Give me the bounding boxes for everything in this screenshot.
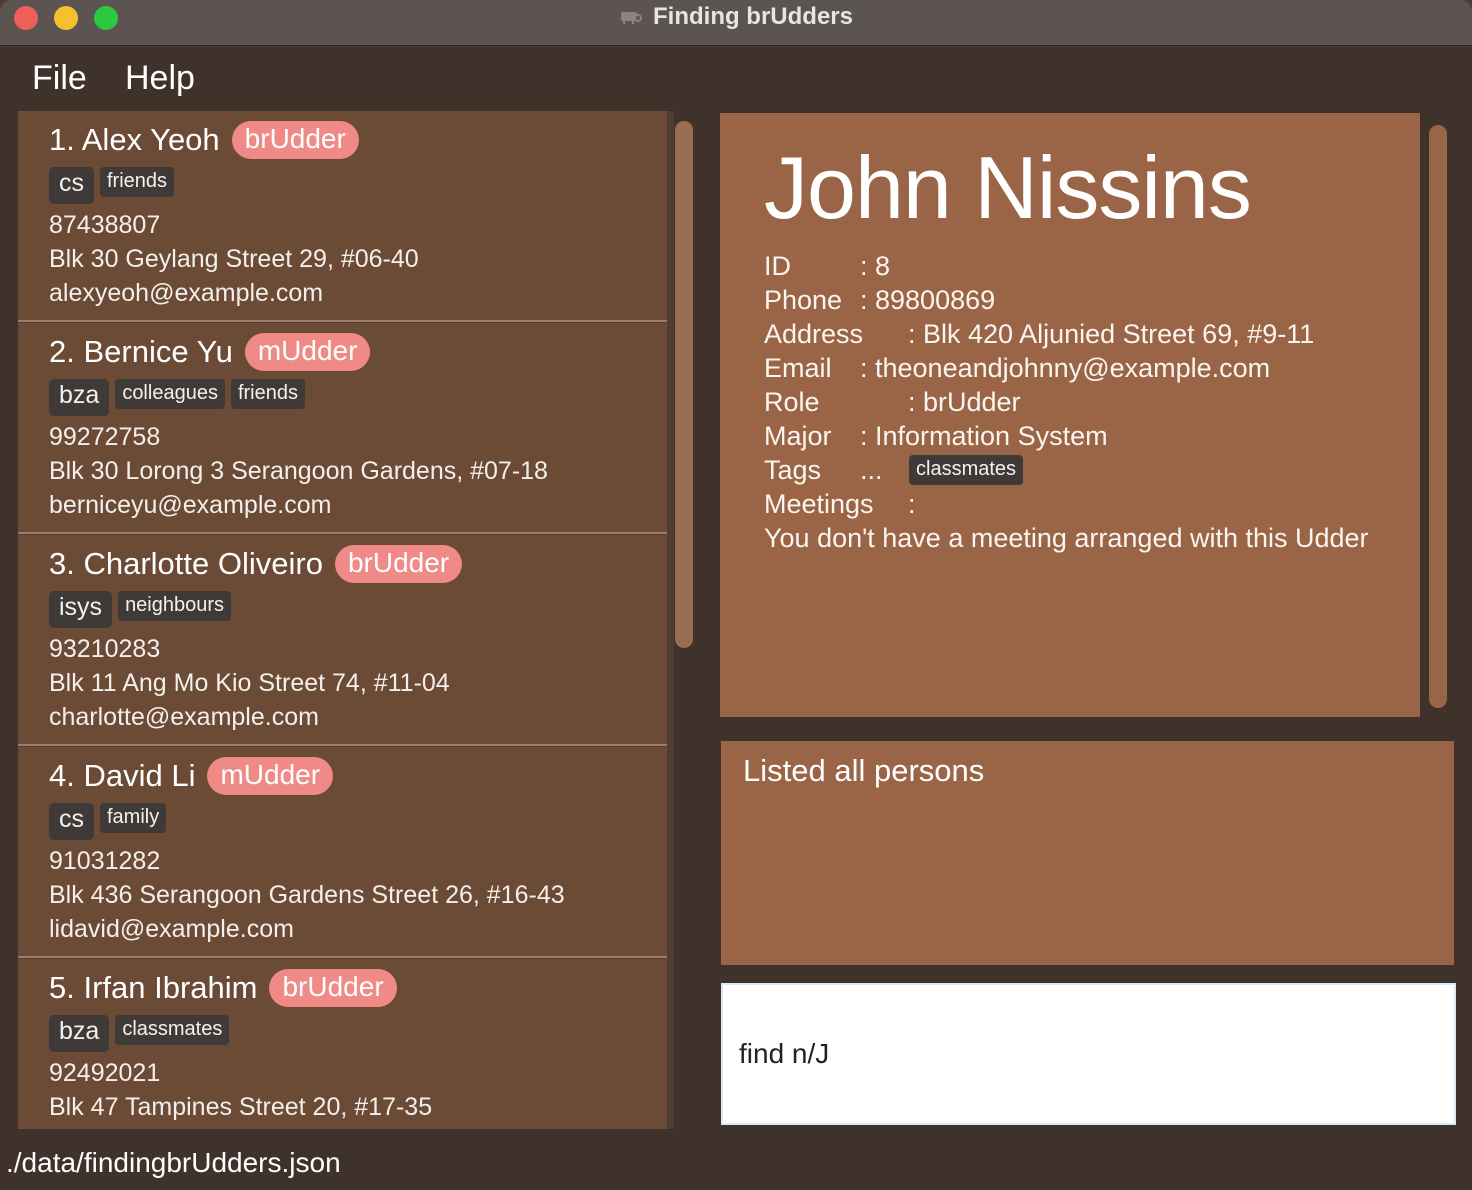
tag: classmates — [115, 1015, 230, 1045]
detail-tag: classmates — [909, 455, 1024, 485]
role-badge: mUdder — [244, 333, 371, 371]
person-name: 2. Bernice Yu — [49, 334, 233, 369]
person-address: Blk 30 Lorong 3 Serangoon Gardens, #07-1… — [49, 457, 548, 485]
detail-meeting-note: You don't have a meeting arranged with t… — [764, 523, 1369, 553]
detail-email-label: Email — [764, 353, 832, 383]
detail-major-label: Major — [764, 421, 832, 451]
detail-email-value: : theoneandjohnny@example.com — [860, 353, 1271, 383]
tag: colleagues — [115, 379, 225, 409]
person-address: Blk 11 Ang Mo Kio Street 74, #11-04 — [49, 669, 450, 697]
menu-file[interactable]: File — [32, 59, 87, 98]
tag: family — [100, 803, 167, 833]
command-input[interactable] — [723, 985, 1454, 1123]
data-file-path: ./data/findingbrUdders.json — [6, 1147, 341, 1178]
detail-scrollbar-thumb[interactable] — [1429, 125, 1447, 708]
result-display: Listed all persons — [721, 741, 1454, 965]
major-tag: isys — [49, 591, 113, 628]
major-tag: cs — [49, 803, 94, 840]
person-email: berniceyu@example.com — [49, 491, 332, 519]
title-bar: Finding brUdders — [0, 0, 1472, 46]
cow-icon — [621, 12, 642, 24]
person-phone: 92492021 — [49, 1059, 161, 1087]
major-tag: cs — [49, 167, 94, 204]
person-name: 1. Alex Yeoh — [49, 122, 220, 157]
detail-meetings-label: Meetings — [764, 489, 874, 519]
person-address: Blk 436 Serangoon Gardens Street 26, #16… — [49, 881, 565, 909]
detail-role-value: : brUdder — [908, 387, 1021, 417]
command-box[interactable] — [721, 983, 1456, 1125]
person-address: Blk 47 Tampines Street 20, #17-35 — [49, 1093, 433, 1121]
detail-address-label: Address — [764, 319, 864, 349]
person-phone: 91031282 — [49, 847, 161, 875]
person-name: 5. Irfan Ibrahim — [49, 970, 258, 1005]
role-badge: brUdder — [269, 969, 397, 1007]
detail-phone-value: : 89800869 — [860, 285, 996, 315]
person-phone: 93210283 — [49, 635, 161, 663]
role-badge: mUdder — [207, 757, 334, 795]
window-title: Finding brUdders — [653, 3, 853, 30]
menu-help[interactable]: Help — [125, 59, 195, 98]
person-list[interactable]: 1. Alex Yeoh brUdder cs friends 87438807… — [18, 111, 698, 1129]
major-tag: bza — [49, 1015, 110, 1052]
major-tag: bza — [49, 379, 110, 416]
detail-address-value: : Blk 420 Aljunied Street 69, #9-11 — [908, 319, 1315, 349]
person-name: 4. David Li — [49, 758, 196, 793]
person-address: Blk 30 Geylang Street 29, #06-40 — [49, 245, 419, 273]
person-card[interactable]: 5. Irfan Ibrahim brUdder bza classmates … — [18, 959, 667, 1129]
detail-major-value: : Information System — [860, 421, 1108, 451]
role-badge: brUdder — [334, 545, 463, 583]
person-card[interactable]: 4. David Li mUdder cs family 91031282 Bl… — [18, 747, 667, 958]
person-phone: 87438807 — [49, 211, 161, 239]
tag: neighbours — [118, 591, 232, 621]
app-body: File Help 1. Alex Yeoh brUdder cs friend… — [0, 47, 1472, 1190]
person-card[interactable]: 1. Alex Yeoh brUdder cs friends 87438807… — [18, 111, 667, 322]
person-email: lidavid@example.com — [49, 915, 294, 943]
person-detail-panel: John Nissins ID : 8 Phone : 89800869 Add… — [718, 111, 1456, 719]
detail-role-label: Role — [764, 387, 820, 417]
list-scrollbar-thumb[interactable] — [675, 121, 693, 648]
detail-tags-label: Tags — [764, 455, 822, 485]
person-card[interactable]: 3. Charlotte Oliveiro brUdder isys neigh… — [18, 535, 667, 746]
person-email: alexyeoh@example.com — [49, 279, 324, 307]
detail-id-label: ID — [764, 251, 791, 281]
tag: friends — [100, 167, 175, 197]
tag: friends — [230, 379, 305, 409]
person-phone: 99272758 — [49, 423, 161, 451]
detail-name: John Nissins — [764, 138, 1252, 237]
status-bar: ./data/findingbrUdders.json — [0, 1139, 1472, 1190]
detail-meetings-value: : — [908, 489, 916, 519]
person-card[interactable]: 2. Bernice Yu mUdder bza colleagues frie… — [18, 323, 667, 534]
person-email: charlotte@example.com — [49, 703, 319, 731]
person-name: 3. Charlotte Oliveiro — [49, 546, 323, 581]
menu-bar: File Help — [0, 47, 1472, 107]
detail-phone-label: Phone — [764, 285, 843, 315]
detail-id-value: : 8 — [860, 251, 891, 281]
role-badge: brUdder — [231, 121, 359, 159]
result-message: Listed all persons — [743, 753, 985, 788]
detail-tags-value: ... — [860, 455, 883, 485]
